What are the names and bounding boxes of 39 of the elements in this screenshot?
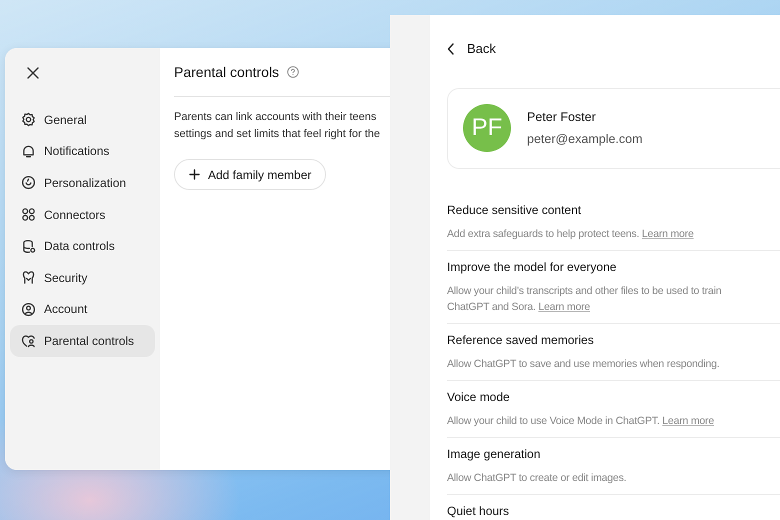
member-email: peter@example.com [527, 132, 643, 146]
avatar: PF [463, 104, 511, 152]
back-button[interactable]: Back [447, 41, 496, 56]
section-title: Parental controls [174, 64, 280, 80]
setting-title: Improve the model for everyone [447, 258, 618, 274]
setting-description: Allow ChatGPT to create or edit images. [447, 470, 628, 486]
setting-title: Image generation [447, 446, 542, 462]
setting-description: ChatGPT and Sora. Learn more [447, 300, 592, 314]
setting-title: Reference saved memories [447, 332, 595, 348]
add-family-member-button[interactable]: Add family member [174, 159, 326, 190]
user-circle-icon [21, 302, 36, 317]
sidebar-item[interactable]: Personalization [10, 167, 155, 199]
setting-title: Voice mode [447, 388, 511, 404]
description-text: settings and set limits that feel right for the [174, 127, 382, 142]
member-name: Peter Foster [527, 110, 597, 124]
plus-icon [189, 169, 200, 180]
setting-description: Add extra safeguards to help protect teens. Learn more [447, 226, 695, 242]
sidebar-item[interactable]: Parental controls [10, 325, 155, 357]
chevron-left-icon [447, 42, 455, 54]
setting-title: Quiet hours [447, 502, 510, 518]
help-icon[interactable] [287, 66, 300, 78]
description-text: Parents can link accounts with their teens [174, 110, 378, 125]
setting-description: Allow your child to use Voice Mode in ChatGPT. Learn more [447, 414, 715, 428]
setting-description: Allow your child’s transcripts and other files to be used to train [447, 284, 722, 298]
database-icon [21, 238, 36, 254]
close-icon[interactable] [26, 66, 40, 80]
sidebar-item[interactable]: Notifications [10, 136, 155, 168]
smiley-icon [21, 175, 36, 190]
setting-description: Allow ChatGPT to save and use memories when responding. [447, 356, 720, 372]
gear-icon [21, 112, 36, 128]
sidebar-item[interactable]: Data controls [10, 230, 155, 262]
sidebar-item[interactable]: General [10, 104, 155, 136]
circles-icon [21, 207, 36, 222]
heart-user-icon [21, 333, 36, 348]
bell-icon [21, 144, 36, 159]
sidebar-item[interactable]: Connectors [10, 198, 155, 230]
sidebar-item[interactable]: Security [10, 262, 155, 294]
setting-title: Reduce sensitive content [447, 202, 582, 218]
sidebar-item[interactable]: Account [10, 294, 155, 326]
